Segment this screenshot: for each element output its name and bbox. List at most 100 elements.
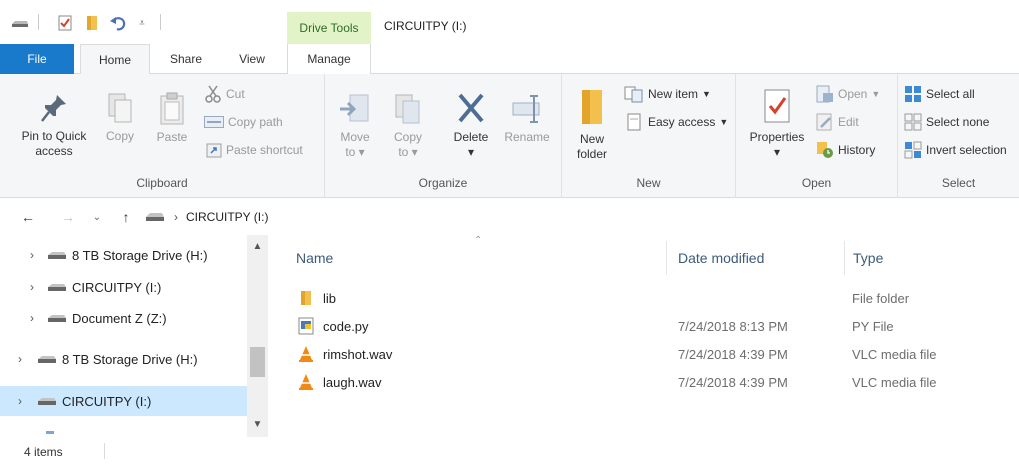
qa-separator [38,14,39,30]
drive-icon[interactable] [10,14,30,32]
scissors-icon [205,85,221,103]
up-arrow-icon[interactable]: ↑ [116,208,136,226]
drive-icon [38,356,56,363]
properties-dropdown-icon[interactable]: ▾ [742,145,812,160]
new-folder-icon [582,90,602,124]
ribbon: Pin to Quick access Copy Paste Cut Copy … [0,74,1019,198]
expand-chevron-icon[interactable]: › [26,280,38,294]
copy-button[interactable]: Copy [100,92,140,144]
paste-shortcut-button[interactable]: Paste shortcut [206,140,303,160]
delete-dropdown-icon[interactable]: ▾ [447,145,495,160]
column-header-type[interactable]: Type [845,235,1019,281]
tab-manage[interactable]: Manage [287,44,371,74]
address-bar[interactable]: › CIRCUITPY (I:) [144,205,1019,229]
qa-customize-icon[interactable]: ⩡ [136,14,148,32]
file-row[interactable]: lib File folder [270,284,1019,312]
python-file-icon [298,317,314,335]
rename-button[interactable]: Rename [501,92,553,145]
move-to-label-1: Move [340,130,370,144]
easy-access-button[interactable]: Easy access ▼ [624,112,728,132]
tab-home[interactable]: Home [80,44,150,75]
copy-path-button[interactable]: Copy path [204,112,283,132]
file-type: File folder [852,290,910,306]
paste-button[interactable]: Paste [150,92,194,145]
invert-selection-icon [904,141,922,159]
drive-icon [146,213,164,221]
vlc-icon [299,374,313,390]
expand-chevron-icon[interactable]: › [14,394,26,408]
file-date: 7/24/2018 8:13 PM [678,318,788,334]
qa-separator [160,14,161,30]
delete-button[interactable]: Delete ▾ [447,92,495,160]
expand-chevron-icon[interactable]: › [14,352,26,366]
new-item-label: New item [648,87,699,101]
file-row[interactable]: laugh.wav 7/24/2018 4:39 PM VLC media fi… [270,368,1019,396]
organize-group: Move to ▾ Copy to ▾ Delete ▾ Rename Orga… [325,74,562,198]
nav-item-storage-drive[interactable]: › 8 TB Storage Drive (H:) [0,241,247,269]
file-row[interactable]: code.py 7/24/2018 8:13 PM PY File [270,312,1019,340]
select-none-button[interactable]: Select none [904,112,989,132]
history-button[interactable]: History [816,140,875,160]
edit-label: Edit [838,115,859,129]
drive-icon [48,315,66,322]
tab-share[interactable]: Share [158,44,214,74]
file-date: 7/24/2018 4:39 PM [678,346,788,362]
select-all-button[interactable]: Select all [904,84,975,104]
paste-shortcut-label: Paste shortcut [226,143,303,157]
undo-icon[interactable] [108,14,128,32]
new-folder-qa-icon[interactable] [84,14,100,32]
ribbon-tabs: File Home Share View Manage [0,44,1019,75]
properties-check-icon[interactable] [56,14,74,32]
column-header-date[interactable]: Date modified [670,235,840,281]
scroll-up-icon[interactable]: ▲ [247,241,268,252]
easy-access-dropdown-icon: ▼ [719,117,729,127]
select-group: Select all Select none Invert selection … [898,74,1019,198]
easy-access-label: Easy access [648,115,716,129]
properties-button[interactable]: Properties ▾ [742,88,812,160]
drive-icon [48,284,66,291]
open-group: Properties ▾ Open ▼ Edit History Open [736,74,898,198]
nav-item-circuitpy-selected[interactable]: › CIRCUITPY (I:) [0,386,247,416]
nav-scrollbar[interactable]: ▲ ▼ [247,235,268,437]
file-type: VLC media file [852,374,937,390]
column-separator[interactable] [666,241,667,275]
nav-item-storage-drive-root[interactable]: › 8 TB Storage Drive (H:) [0,345,247,373]
rename-label: Rename [504,130,550,144]
clipboard-group: Pin to Quick access Copy Paste Cut Copy … [0,74,325,198]
expand-chevron-icon[interactable]: › [26,248,38,262]
file-row[interactable]: rimshot.wav 7/24/2018 4:39 PM VLC media … [270,340,1019,368]
breadcrumb-current[interactable]: CIRCUITPY (I:) [186,210,268,224]
open-button[interactable]: Open ▼ [816,84,880,104]
select-all-icon [905,86,921,102]
column-header-name[interactable]: Name [288,235,668,281]
move-to-label-2: to ▾ [345,145,365,159]
cut-button[interactable]: Cut [204,84,245,104]
pin-icon [41,95,66,122]
forward-arrow-icon[interactable]: → [58,208,78,226]
copy-to-button[interactable]: Copy to ▾ [387,92,429,160]
nav-scroll-thumb[interactable] [250,347,265,378]
move-to-button[interactable]: Move to ▾ [333,92,377,160]
new-group: New folder New item ▼ Easy access ▼ New [562,74,736,198]
recent-locations-chevron-icon[interactable]: ⌄ [90,208,104,226]
file-name: lib [323,290,337,306]
window-title: CIRCUITPY (I:) [384,19,467,33]
invert-selection-button[interactable]: Invert selection [904,140,1007,160]
paste-shortcut-icon [206,143,222,158]
new-item-button[interactable]: New item ▼ [624,84,711,104]
new-folder-button[interactable]: New folder [570,88,614,162]
status-separator [104,443,105,459]
back-arrow-icon[interactable]: ← [18,208,38,226]
file-type: PY File [852,318,894,334]
tab-view[interactable]: View [224,44,280,74]
scroll-down-icon[interactable]: ▼ [247,419,268,430]
expand-chevron-icon[interactable]: › [26,311,38,325]
pin-to-quick-access-button[interactable]: Pin to Quick access [14,92,94,159]
breadcrumb-separator-icon[interactable]: › [174,210,178,224]
file-name: laugh.wav [323,374,382,390]
nav-item-document-z[interactable]: › Document Z (Z:) [0,304,247,332]
nav-item-label: 8 TB Storage Drive (H:) [62,351,198,367]
tab-file[interactable]: File [0,44,74,74]
nav-item-circuitpy[interactable]: › CIRCUITPY (I:) [0,273,247,301]
edit-button[interactable]: Edit [816,112,859,132]
